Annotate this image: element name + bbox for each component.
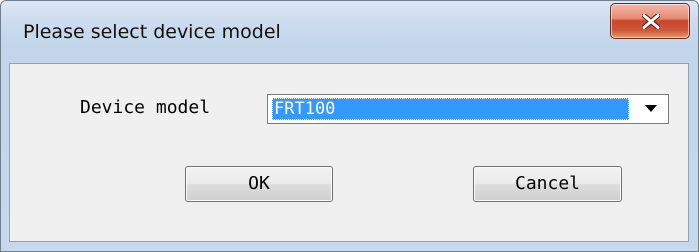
dialog-body: Device model FRT100 OK Cancel: [9, 63, 689, 242]
device-model-label: Device model: [80, 97, 211, 118]
close-button[interactable]: [610, 3, 690, 39]
close-icon: [642, 14, 660, 29]
dropdown-button[interactable]: [634, 95, 668, 123]
device-model-select[interactable]: FRT100: [267, 94, 669, 124]
title-bar[interactable]: Please select device model: [1, 1, 698, 63]
chevron-down-icon: [645, 105, 657, 112]
dialog-window: Please select device model Device model …: [0, 0, 699, 252]
device-model-selected-value[interactable]: FRT100: [272, 98, 629, 120]
ok-button[interactable]: OK: [185, 166, 333, 202]
dialog-title: Please select device model: [23, 21, 281, 43]
cancel-button[interactable]: Cancel: [473, 166, 622, 202]
